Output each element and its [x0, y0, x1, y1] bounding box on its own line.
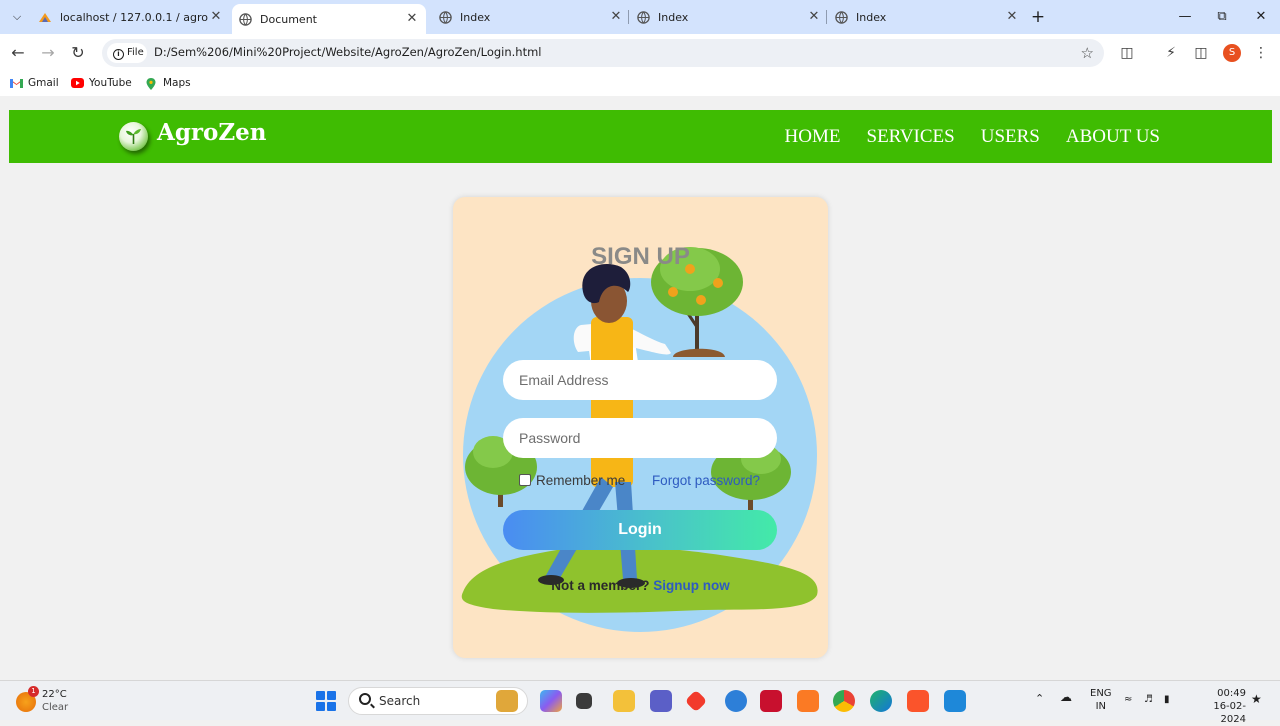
maps-icon [145, 77, 158, 90]
weather-condition: Clear [42, 702, 69, 713]
login-options: Remember me Forgot password? [519, 472, 765, 492]
forgot-password-link[interactable]: Forgot password? [652, 473, 760, 488]
email-field[interactable] [503, 360, 777, 400]
tab-index-1[interactable]: Index ✕ [438, 0, 624, 34]
battery-icon[interactable]: ▮ [1164, 693, 1170, 706]
tab-separator [628, 10, 629, 24]
back-button[interactable]: ← [8, 43, 28, 63]
signup-link[interactable]: Signup now [653, 578, 730, 593]
form-title: SIGN UP [591, 243, 690, 270]
clock[interactable]: 00:49 16-02-2024 [1190, 687, 1246, 726]
nav-services-link[interactable]: SERVICES [867, 126, 955, 148]
remember-checkbox[interactable] [519, 474, 531, 486]
search-icon [359, 693, 371, 705]
logo-icon [119, 122, 148, 151]
menu-icon[interactable]: ⋮ [1252, 44, 1270, 62]
login-button[interactable]: Login [503, 510, 777, 550]
forward-button[interactable]: → [38, 43, 58, 63]
web-page: AgroZen HOME SERVICES USERS ABOUT US SIG… [0, 96, 1280, 680]
youtube-icon [71, 77, 84, 89]
nav-about-link[interactable]: ABOUT US [1066, 126, 1160, 148]
bookmark-star-icon[interactable]: ☆ [1081, 44, 1094, 62]
language-indicator[interactable]: ENG IN [1090, 687, 1112, 713]
wifi-icon[interactable]: ≈ [1124, 693, 1132, 706]
profile-avatar[interactable]: S [1223, 44, 1241, 62]
chrome-icon[interactable] [833, 690, 855, 712]
close-icon[interactable]: ✕ [404, 11, 420, 27]
remember-label[interactable]: Remember me [536, 473, 625, 488]
anydesk-icon[interactable] [684, 689, 708, 713]
member-text: Not a member? [551, 578, 650, 593]
show-hidden-icons[interactable]: ⌃ [1035, 692, 1044, 705]
bookmark-maps[interactable]: Maps [145, 77, 191, 90]
windows-start-icon[interactable] [316, 691, 336, 711]
globe-icon [834, 10, 848, 24]
tab-separator [826, 10, 827, 24]
minimize-button[interactable]: — [1167, 0, 1203, 34]
close-icon[interactable]: ✕ [806, 9, 822, 25]
notification-badge: 1 [28, 686, 39, 697]
login-card: SIGN UP Remember me Forgot password? Log… [453, 197, 828, 658]
restore-button[interactable]: ⧉ [1204, 0, 1240, 34]
new-tab-button[interactable]: + [1028, 7, 1048, 27]
gmail-icon [10, 78, 23, 89]
messenger-icon[interactable] [725, 690, 747, 712]
windows-taskbar: 1 22°C Clear Search ⌃ ☁ ENG IN ≈ ♬ ▮ 00:… [0, 680, 1280, 725]
globe-icon [636, 10, 650, 24]
tab-index-2[interactable]: Index ✕ [636, 0, 822, 34]
globe-icon [438, 10, 452, 24]
close-icon[interactable]: ✕ [608, 9, 624, 25]
info-icon: i [113, 49, 124, 60]
file-explorer-icon[interactable] [613, 690, 635, 712]
teams-icon[interactable] [650, 690, 672, 712]
side-panel-icon[interactable]: ◫ [1192, 44, 1210, 62]
url-text[interactable]: D:/Sem%206/Mini%20Project/Website/AgroZe… [154, 45, 542, 59]
signup-prompt: Not a member? Signup now [453, 578, 828, 593]
performance-icon[interactable]: ⚡ [1162, 44, 1180, 62]
site-info-chip[interactable]: i File [107, 43, 147, 63]
brave-icon[interactable] [907, 690, 929, 712]
copilot-icon[interactable] [540, 690, 562, 712]
volume-icon[interactable]: ♬ [1144, 693, 1153, 706]
site-navbar: AgroZen HOME SERVICES USERS ABOUT US [9, 110, 1272, 163]
site-nav: HOME SERVICES USERS ABOUT US [785, 126, 1160, 148]
window-close-button[interactable]: ✕ [1243, 0, 1279, 34]
reload-button[interactable]: ↻ [68, 43, 88, 63]
xampp-icon[interactable] [797, 690, 819, 712]
tab-search-button[interactable]: ⌵ [6, 6, 28, 28]
bookmarks-bar: Gmail YouTube Maps [0, 72, 1280, 96]
site-brand[interactable]: AgroZen [157, 119, 267, 146]
edge-icon[interactable] [870, 690, 892, 712]
temperature: 22°C [42, 689, 67, 700]
vscode-icon[interactable] [944, 690, 966, 712]
tab-index-3[interactable]: Index ✕ [834, 0, 1020, 34]
tab-strip: ⌵ localhost / 127.0.0.1 / agrozen ✕ Docu… [0, 0, 1280, 34]
bookmark-youtube[interactable]: YouTube [71, 77, 132, 89]
browser-toolbar: ← → ↻ i File D:/Sem%206/Mini%20Project/We… [0, 34, 1280, 72]
extensions-icon[interactable]: ◫ [1118, 44, 1136, 62]
phpmyadmin-icon [38, 10, 52, 24]
onedrive-icon[interactable]: ☁ [1060, 691, 1072, 704]
password-field[interactable] [503, 418, 777, 458]
notification-bell-icon[interactable]: ★ [1251, 693, 1262, 706]
taskview-icon[interactable] [576, 693, 592, 709]
bookmark-gmail[interactable]: Gmail [10, 77, 59, 89]
globe-icon [238, 12, 252, 26]
mcafee-icon[interactable] [760, 690, 782, 712]
address-bar[interactable]: i File D:/Sem%206/Mini%20Project/Website/… [102, 39, 1104, 67]
briefcase-icon[interactable] [496, 690, 518, 712]
nav-users-link[interactable]: USERS [981, 126, 1040, 148]
nav-home-link[interactable]: HOME [785, 126, 841, 148]
tab-document[interactable]: Document ✕ [232, 4, 426, 34]
close-icon[interactable]: ✕ [208, 9, 224, 25]
tab-phpmyadmin[interactable]: localhost / 127.0.0.1 / agrozen ✕ [38, 0, 224, 34]
close-icon[interactable]: ✕ [1004, 9, 1020, 25]
